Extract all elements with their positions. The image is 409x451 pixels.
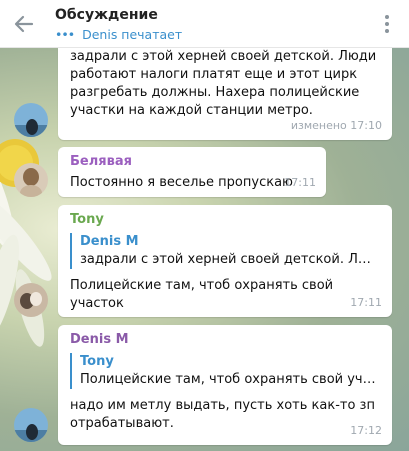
- message-text-line: отрабатывают.: [70, 416, 174, 431]
- avatar-belyavaya[interactable]: [14, 163, 48, 197]
- message-time: 17:12: [350, 424, 382, 437]
- avatar-denis[interactable]: [14, 408, 48, 442]
- message-bubble[interactable]: задрали с этой херней своей детской. Люд…: [58, 48, 392, 140]
- typing-dots: •••: [55, 27, 75, 42]
- chat-title: Обсуждение: [55, 7, 158, 23]
- chat-header: Обсуждение ••• Denis печатает: [0, 0, 409, 48]
- arrow-back-icon: [14, 15, 34, 33]
- message-text-line: работают налоги платят еще и этот цирк: [70, 67, 358, 82]
- reply-text: Полицейские там, чтоб охранять свой учас…: [80, 372, 380, 387]
- reply-text: задрали с этой херней своей детской. Люд…: [80, 252, 380, 267]
- avatar-image: [14, 103, 48, 137]
- chat-background: задрали с этой херней своей детской. Люд…: [0, 48, 409, 451]
- message-bubble[interactable]: Denis M Tony Полицейские там, чтоб охран…: [58, 325, 392, 445]
- message-time: 17:11: [284, 176, 316, 189]
- message-time: 17:11: [350, 296, 382, 309]
- reply-quote[interactable]: Tony Полицейские там, чтоб охранять свой…: [70, 353, 380, 389]
- avatar-image: [14, 283, 48, 317]
- message-bubble[interactable]: Белявая Постоянно я веселье пропускаю 17…: [58, 147, 326, 197]
- message-bubble[interactable]: Tony Denis M задрали с этой херней своей…: [58, 205, 392, 317]
- avatar-tony[interactable]: [14, 283, 48, 317]
- reply-sender: Denis M: [80, 234, 139, 249]
- reply-sender: Tony: [80, 354, 114, 369]
- more-vert-icon: [385, 15, 389, 33]
- message-sender[interactable]: Denis M: [70, 331, 380, 349]
- avatar-image: [14, 408, 48, 442]
- avatar-denis[interactable]: [14, 103, 48, 137]
- message-text-line: разгребать должны. Нахера полицейские: [70, 85, 360, 100]
- avatar-image: [14, 163, 48, 197]
- message-time: изменено 17:10: [290, 119, 382, 132]
- message-text: Полицейские там, чтоб охранять свой учас…: [70, 278, 334, 311]
- menu-button[interactable]: [375, 12, 399, 36]
- typing-status: ••• Denis печатает: [55, 27, 182, 42]
- message-sender[interactable]: Tony: [70, 211, 380, 229]
- message-text-line: задрали с этой херней своей детской. Люд…: [70, 49, 377, 64]
- message-text-line: надо им метлу выдать, пусть хоть как-то …: [70, 398, 375, 413]
- message-text: Постоянно я веселье пропускаю: [70, 175, 293, 190]
- typing-status-text: Denis печатает: [82, 27, 183, 42]
- back-button[interactable]: [10, 10, 38, 38]
- reply-quote[interactable]: Denis M задрали с этой херней своей детс…: [70, 233, 380, 269]
- message-sender[interactable]: Белявая: [70, 153, 314, 171]
